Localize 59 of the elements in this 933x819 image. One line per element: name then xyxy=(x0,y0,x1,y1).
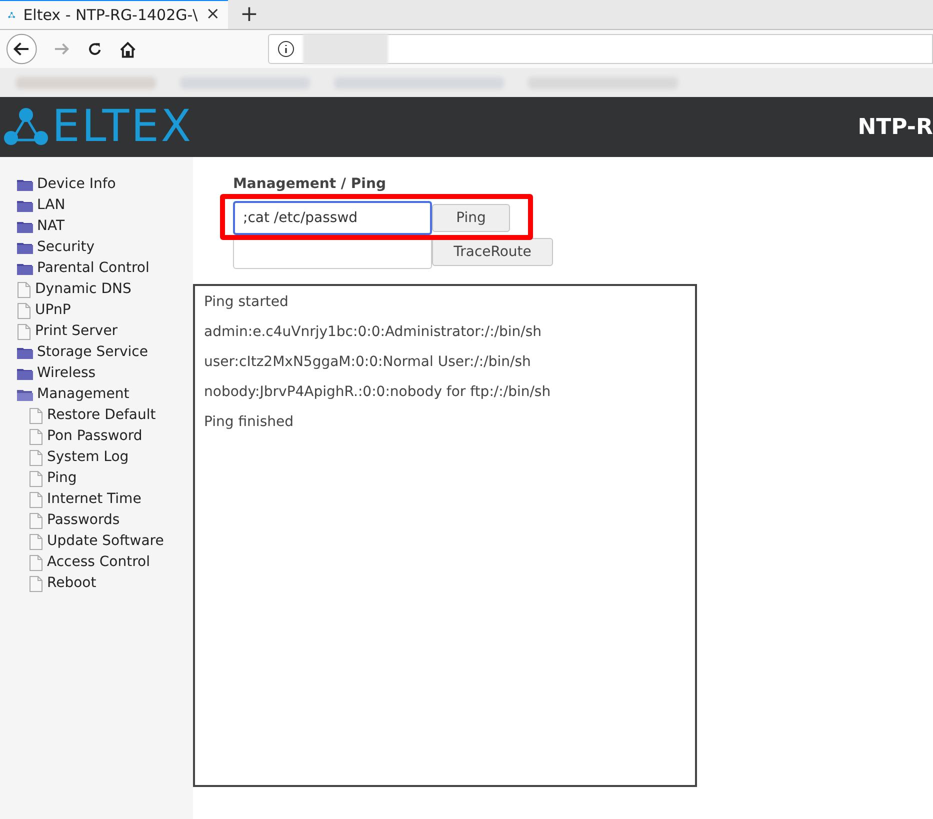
folder-icon xyxy=(17,346,33,360)
sidebar-item[interactable]: NAT xyxy=(37,216,65,237)
output-line: nobody:JbrvP4ApighR.:0:0:nobody for ftp:/:/bin/sh xyxy=(204,383,552,401)
page-icon xyxy=(17,302,31,318)
page-icon xyxy=(29,450,43,466)
sidebar-item[interactable]: Dynamic DNS xyxy=(35,279,132,300)
sidebar-item[interactable]: Print Server xyxy=(35,321,118,342)
close-icon[interactable]: × xyxy=(206,2,220,28)
sidebar-item[interactable]: Pon Password xyxy=(47,426,142,447)
back-icon[interactable] xyxy=(6,33,38,65)
folder-icon xyxy=(17,366,33,380)
folder-icon xyxy=(17,178,33,192)
sidebar-item[interactable]: Passwords xyxy=(47,510,120,531)
sidebar-item[interactable]: Management xyxy=(37,384,130,405)
sidebar-item[interactable]: Device Info xyxy=(37,174,116,195)
reload-icon[interactable] xyxy=(86,41,103,57)
output-line: Ping started xyxy=(204,293,290,311)
sidebar-item[interactable]: Parental Control xyxy=(37,258,150,279)
page-title: Management / Ping xyxy=(233,175,387,194)
output-line: admin:e.c4uVnrjy1bc:0:0:Administrator:/:/bin/sh xyxy=(204,323,543,341)
page-icon xyxy=(29,408,43,424)
ping-button[interactable]: Ping xyxy=(432,204,510,232)
folder-icon xyxy=(17,240,33,254)
folder-icon xyxy=(17,262,33,276)
sidebar-item[interactable]: Storage Service xyxy=(37,342,148,363)
sidebar-item[interactable]: System Log xyxy=(47,447,129,468)
sidebar-item[interactable]: Ping xyxy=(47,468,77,489)
sidebar-item[interactable]: Update Software xyxy=(47,531,164,552)
page-icon xyxy=(29,576,43,592)
device-title: NTP-R xyxy=(858,114,933,142)
page-icon xyxy=(17,324,31,340)
output-line: Ping finished xyxy=(204,413,294,431)
page-icon xyxy=(29,512,43,528)
page-icon xyxy=(29,534,43,550)
page-icon xyxy=(29,428,43,444)
logo-icon xyxy=(4,107,48,147)
home-icon[interactable] xyxy=(118,40,136,58)
folder-icon xyxy=(17,220,33,234)
sidebar-item[interactable]: LAN xyxy=(37,195,66,216)
info-icon xyxy=(277,40,296,58)
page-icon xyxy=(29,470,43,486)
page-icon xyxy=(29,554,43,570)
folder-icon xyxy=(17,198,33,212)
sidebar-item[interactable]: Security xyxy=(37,237,94,258)
sidebar-item[interactable]: Wireless xyxy=(37,363,96,384)
tab-title: Eltex - NTP-RG-1402G-\ xyxy=(23,4,198,26)
logo-text: ELTEX xyxy=(52,105,194,149)
new-tab-button[interactable]: + xyxy=(228,1,270,29)
browser-tab[interactable]: Eltex - NTP-RG-1402G-\ × xyxy=(0,0,228,29)
page-icon xyxy=(17,282,31,298)
sidebar-item[interactable]: UPnP xyxy=(35,300,71,321)
input-field[interactable]: ;cat /etc/passwd xyxy=(233,201,432,235)
page-icon xyxy=(29,492,43,508)
sidebar-item[interactable]: Access Control xyxy=(47,552,150,573)
sidebar-item[interactable]: Internet Time xyxy=(47,489,142,510)
sidebar-item[interactable]: Reboot xyxy=(47,573,96,594)
output-line: user:cItz2MxN5ggaM:0:0:Normal User:/:/bin/sh xyxy=(204,353,532,371)
sidebar-item[interactable]: Restore Default xyxy=(47,405,156,426)
traceroute-button[interactable]: TraceRoute xyxy=(432,238,553,266)
